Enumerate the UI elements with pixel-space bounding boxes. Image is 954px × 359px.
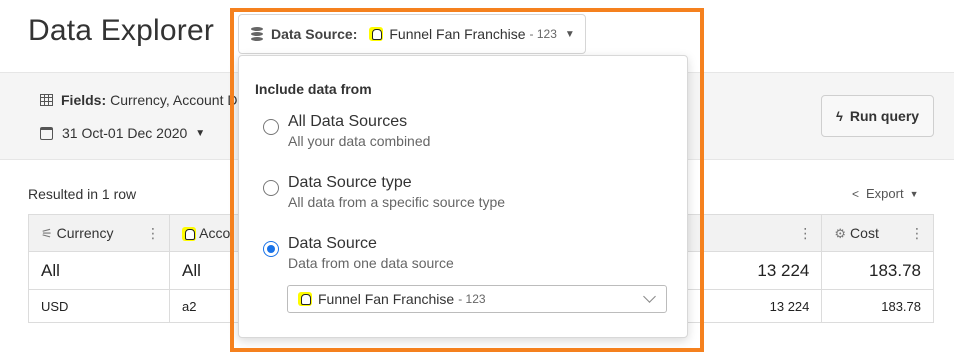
table-cell: 183.78: [821, 251, 934, 290]
export-label: Export: [866, 186, 904, 201]
fields-summary[interactable]: Fields: Currency, Account D: [40, 92, 237, 108]
page: Data Explorer Data Source: Funnel Fan Fr…: [0, 0, 954, 359]
export-button[interactable]: < Export ▼: [852, 186, 919, 201]
bolt-icon: ϟ: [835, 108, 843, 124]
fields-values: Currency, Account D: [110, 92, 238, 108]
snapchat-icon: [182, 227, 197, 242]
date-range-value: 31 Oct-01 Dec 2020: [62, 125, 188, 141]
table-cell: USD: [27, 289, 171, 323]
table-cell: 183.78: [821, 289, 934, 323]
column-label: Currency: [56, 224, 114, 241]
plug-icon: ⚟: [41, 225, 53, 241]
highlight-frame: [230, 8, 704, 352]
column-menu-icon[interactable]: ⋮: [146, 225, 160, 242]
page-title: Data Explorer: [28, 14, 215, 47]
column-label: Cost: [850, 224, 879, 241]
share-icon: <: [852, 186, 860, 201]
column-label: Acco: [199, 224, 231, 241]
table-icon: [40, 94, 53, 106]
column-header-currency[interactable]: ⚟ Currency ⋮: [27, 214, 171, 252]
caret-down-icon: ▼: [909, 188, 919, 199]
caret-down-icon: ▼: [195, 127, 206, 139]
date-range-picker[interactable]: 31 Oct-01 Dec 2020 ▼: [40, 125, 205, 141]
column-menu-icon[interactable]: ⋮: [798, 225, 812, 242]
calendar-icon: [40, 126, 53, 140]
column-header-cost[interactable]: ⚙ Cost ⋮: [821, 214, 934, 252]
column-menu-icon[interactable]: ⋮: [910, 225, 924, 242]
table-cell: All: [27, 251, 171, 290]
run-query-label: Run query: [849, 108, 920, 124]
results-summary: Resulted in 1 row: [28, 186, 137, 202]
fields-label: Fields:: [61, 92, 107, 108]
gear-icon: ⚙: [834, 225, 847, 241]
run-query-button[interactable]: ϟ Run query: [821, 95, 934, 137]
